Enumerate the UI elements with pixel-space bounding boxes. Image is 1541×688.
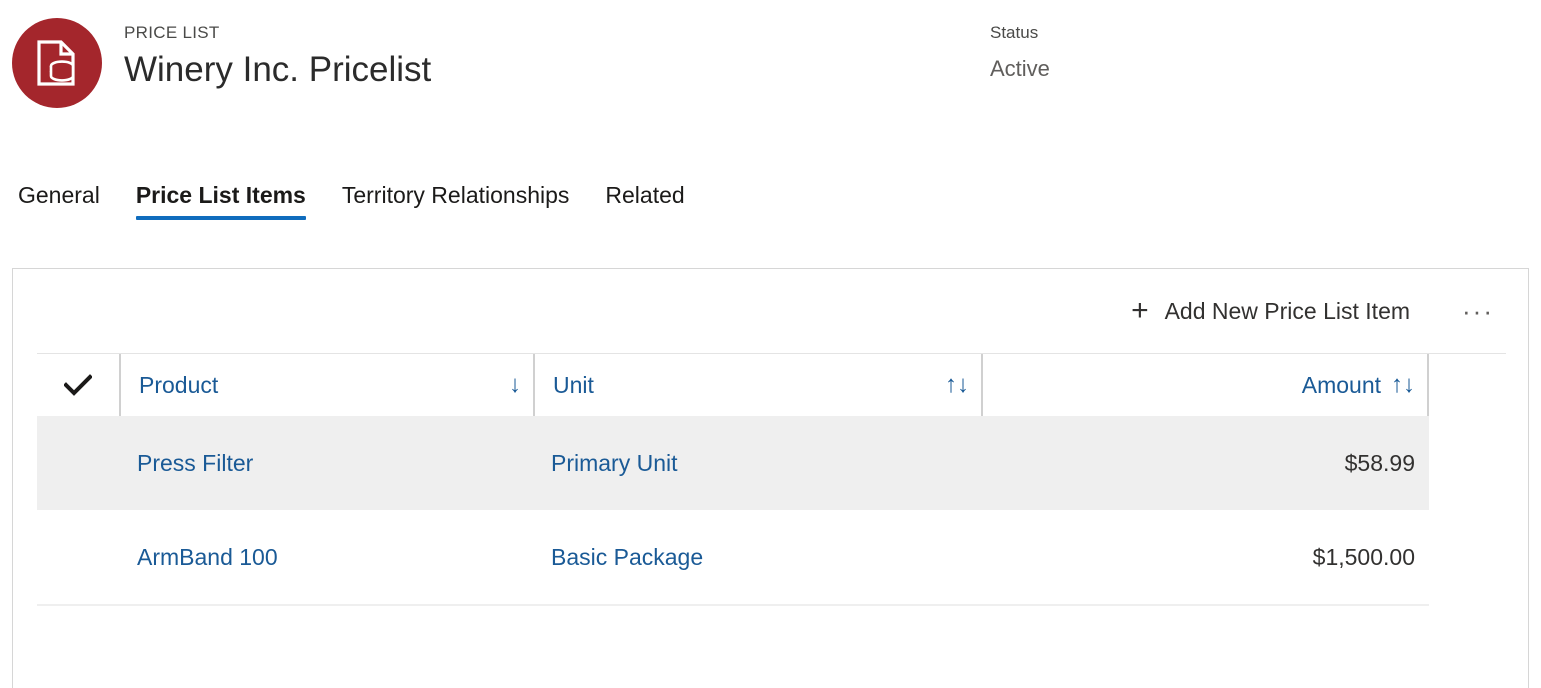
row-divider-cell xyxy=(37,604,1429,606)
grid-command-bar: + Add New Price List Item ··· xyxy=(13,269,1528,353)
select-all-checkbox[interactable] xyxy=(37,354,119,416)
amount-value: $1,500.00 xyxy=(1312,544,1415,570)
unit-link[interactable]: Basic Package xyxy=(551,544,703,570)
column-header-unit[interactable]: Unit ↑↓ xyxy=(533,354,981,416)
select-all-header xyxy=(37,354,119,416)
sort-unsorted-icon[interactable]: ↑↓ xyxy=(1391,371,1415,399)
row-amount-cell: $1,500.00 xyxy=(981,510,1429,604)
entity-avatar xyxy=(12,18,102,108)
column-header-unit-label[interactable]: Unit xyxy=(553,370,594,400)
status-label: Status xyxy=(990,23,1039,42)
tab-active-indicator xyxy=(135,216,306,220)
entity-type-label: PRICE LIST xyxy=(124,23,220,42)
row-divider-line xyxy=(37,604,1429,606)
checkmark-icon xyxy=(64,374,92,396)
status-value: Active xyxy=(990,56,1050,81)
row-amount-cell: $58.99 xyxy=(981,416,1429,510)
column-header-amount-label[interactable]: Amount xyxy=(1302,370,1381,400)
tab-general-label: General xyxy=(18,182,100,208)
add-new-price-list-item-button[interactable]: + Add New Price List Item xyxy=(1121,290,1420,332)
column-header-amount[interactable]: Amount ↑↓ xyxy=(981,354,1429,416)
plus-icon: + xyxy=(1131,294,1149,327)
product-link[interactable]: Press Filter xyxy=(137,450,253,476)
row-product-cell[interactable]: ArmBand 100 xyxy=(119,510,533,604)
sort-descending-icon[interactable]: ↓ xyxy=(509,371,521,399)
tab-territory-relationships[interactable]: Territory Relationships xyxy=(324,178,588,224)
price-list-items-table: Product ↓ Unit ↑↓ Amount ↑↓ Press Filter… xyxy=(37,354,1429,606)
tab-price-list-items-label: Price List Items xyxy=(135,182,306,208)
unit-link[interactable]: Primary Unit xyxy=(551,450,678,476)
tab-related-label: Related xyxy=(605,182,685,208)
tab-territory-relationships-label: Territory Relationships xyxy=(341,182,570,208)
table-row[interactable]: ArmBand 100 Basic Package $1,500.00 xyxy=(37,510,1429,604)
tab-general[interactable]: General xyxy=(0,178,118,224)
page-header: PRICE LIST Winery Inc. Pricelist Status … xyxy=(0,0,1541,150)
row-product-cell[interactable]: Press Filter xyxy=(119,416,533,510)
price-list-document-coins-icon xyxy=(36,40,78,86)
row-unit-cell[interactable]: Primary Unit xyxy=(533,416,981,510)
amount-value: $58.99 xyxy=(1344,450,1415,476)
more-ellipsis-icon[interactable]: ··· xyxy=(1452,295,1504,327)
status-header-field: Status Active xyxy=(990,22,1050,88)
row-unit-cell[interactable]: Basic Package xyxy=(533,510,981,604)
page-title: Winery Inc. Pricelist xyxy=(124,50,432,89)
column-header-product[interactable]: Product ↓ xyxy=(119,354,533,416)
product-link[interactable]: ArmBand 100 xyxy=(137,544,278,570)
tab-related[interactable]: Related xyxy=(587,178,702,224)
table-header-row: Product ↓ Unit ↑↓ Amount ↑↓ xyxy=(37,354,1429,416)
row-select-cell[interactable] xyxy=(37,510,119,604)
price-list-items-grid-card: + Add New Price List Item ··· Product ↓ … xyxy=(12,268,1529,688)
sort-unsorted-icon[interactable]: ↑↓ xyxy=(945,371,969,399)
add-new-price-list-item-label: Add New Price List Item xyxy=(1164,298,1411,324)
tabstrip: General Price List Items Territory Relat… xyxy=(0,178,703,224)
row-divider xyxy=(37,604,1429,606)
column-header-product-label[interactable]: Product xyxy=(139,370,218,400)
table-body: Press Filter Primary Unit $58.99 ArmBand… xyxy=(37,416,1429,606)
header-text-block: PRICE LIST Winery Inc. Pricelist xyxy=(124,22,431,94)
row-select-cell[interactable] xyxy=(37,416,119,510)
tab-price-list-items[interactable]: Price List Items xyxy=(118,178,324,224)
table-header: Product ↓ Unit ↑↓ Amount ↑↓ xyxy=(37,354,1429,416)
table-row[interactable]: Press Filter Primary Unit $58.99 xyxy=(37,416,1429,510)
